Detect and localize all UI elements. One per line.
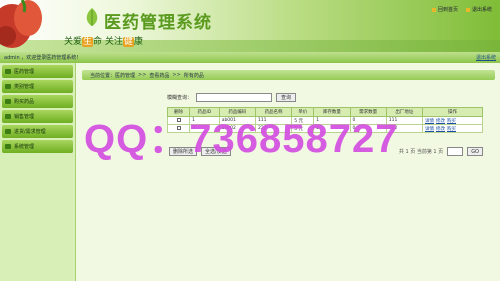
welcome-bar: admin ，欢迎登录医药管理系统！ 退出系统 [0, 52, 500, 63]
detail-link[interactable]: 详情 [425, 127, 434, 132]
sidebar: 医药管理 类别管理 购买药品 销售管理 进货/需求管理 系统管理 [0, 63, 76, 281]
slogan: 关爱生命 关注健康 [64, 37, 143, 47]
header-banner: 医药管理系统 关爱生命 关注健康 回到首页 退出系统 [0, 0, 500, 52]
buy-link[interactable]: 购买 [447, 119, 456, 124]
system-title: 医药管理系统 [104, 13, 212, 33]
welcome-text: admin ，欢迎登录医药管理系统！ [4, 55, 82, 61]
breadcrumb: 当前位置：医药管理 >> 查看药品 >> 所有药品 [82, 70, 495, 80]
sidebar-item-medicine[interactable]: 医药管理 [2, 65, 73, 78]
leaf-logo-icon [86, 8, 98, 26]
watermark-text: QQ：736858727 [84, 117, 399, 161]
sidebar-item-system[interactable]: 系统管理 [2, 140, 73, 153]
table-header-row: 删除 药品ID 药品编码 药品名称 单价 库存数量 需求数量 出厂地址 操作 [166, 107, 483, 117]
sidebar-item-purchase[interactable]: 购买药品 [2, 95, 73, 108]
folder-icon [5, 114, 11, 119]
search-button[interactable]: 查询 [276, 93, 297, 102]
page-input[interactable] [447, 147, 464, 156]
edit-link[interactable]: 修改 [436, 119, 445, 124]
peppers-image [0, 0, 42, 48]
pager-text: 共 1 页 当前第 1 页 [398, 149, 444, 155]
detail-link[interactable]: 详情 [425, 119, 434, 124]
edit-link[interactable]: 修改 [436, 127, 445, 132]
logout-link[interactable]: 退出系统 [476, 54, 496, 61]
exit-icon [465, 7, 470, 12]
go-button[interactable]: GO [467, 147, 483, 156]
search-row: 模糊查询： 查询 [167, 93, 297, 102]
buy-link[interactable]: 购买 [447, 127, 456, 132]
exit-link[interactable]: 退出系统 [465, 6, 492, 13]
home-icon [431, 7, 436, 12]
folder-icon [5, 129, 11, 134]
main-content: 当前位置：医药管理 >> 查看药品 >> 所有药品 模糊查询： 查询 删除 药品… [77, 63, 500, 281]
sidebar-item-stock-demand[interactable]: 进货/需求管理 [2, 125, 73, 138]
home-link[interactable]: 回到首页 [431, 6, 458, 13]
search-input[interactable] [196, 93, 273, 102]
folder-icon [5, 69, 11, 74]
folder-icon [5, 99, 11, 104]
sidebar-item-category[interactable]: 类别管理 [2, 80, 73, 93]
search-label: 模糊查询： [167, 95, 193, 101]
top-links: 回到首页 退出系统 [431, 6, 492, 13]
folder-icon [5, 84, 11, 89]
folder-icon [5, 144, 11, 149]
sidebar-item-sales[interactable]: 销售管理 [2, 110, 73, 123]
